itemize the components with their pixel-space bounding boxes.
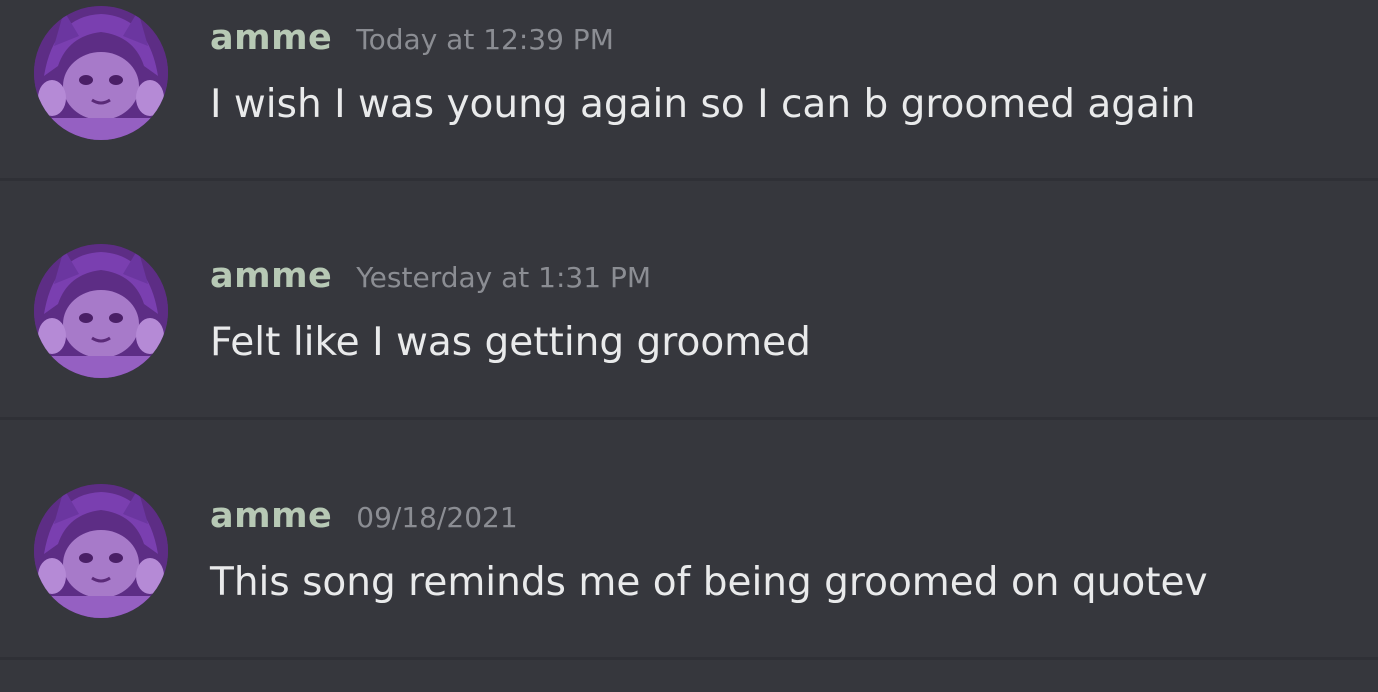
avatar[interactable] xyxy=(34,484,168,618)
message-header: amme 09/18/2021 xyxy=(210,496,518,544)
username[interactable]: amme xyxy=(210,256,332,296)
message-header: amme Today at 12:39 PM xyxy=(210,18,614,66)
timestamp: Yesterday at 1:31 PM xyxy=(356,261,651,294)
message-item: amme Today at 12:39 PM I wish I was young… xyxy=(0,0,1378,180)
message-divider xyxy=(0,178,1378,181)
username[interactable]: amme xyxy=(210,496,332,536)
anime-character-avatar-icon xyxy=(34,244,168,378)
avatar[interactable] xyxy=(34,244,168,378)
message-item: amme 09/18/2021 This song reminds me of b… xyxy=(0,422,1378,658)
message-divider xyxy=(0,657,1378,660)
anime-character-avatar-icon xyxy=(34,484,168,618)
anime-character-avatar-icon xyxy=(34,6,168,140)
message-header: amme Yesterday at 1:31 PM xyxy=(210,256,651,304)
timestamp: Today at 12:39 PM xyxy=(356,23,614,56)
message-item: amme Yesterday at 1:31 PM Felt like I was… xyxy=(0,182,1378,418)
message-list: amme Today at 12:39 PM I wish I was young… xyxy=(0,0,1378,692)
message-divider xyxy=(0,417,1378,420)
username[interactable]: amme xyxy=(210,18,332,58)
message-content: I wish I was young again so I can b groo… xyxy=(210,82,1196,127)
message-content: This song reminds me of being groomed on… xyxy=(210,560,1208,605)
timestamp: 09/18/2021 xyxy=(356,501,518,534)
avatar[interactable] xyxy=(34,6,168,140)
message-content: Felt like I was getting groomed xyxy=(210,320,811,365)
